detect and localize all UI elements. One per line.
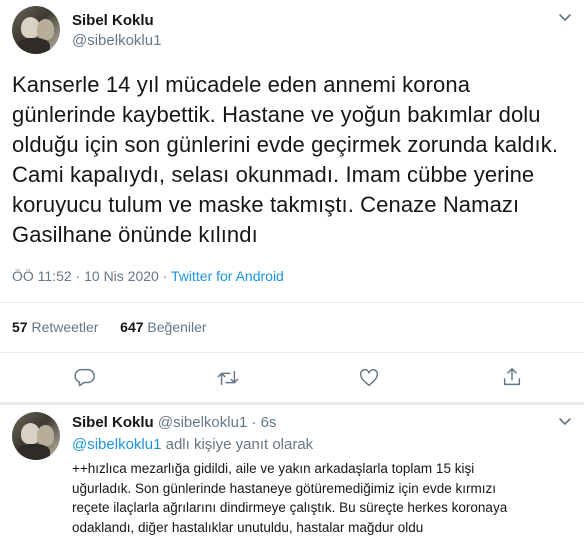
tweet-meta: ÖÖ 11:52 · 10 Nis 2020 · Twitter for And… (12, 268, 284, 284)
divider (0, 402, 584, 405)
replying-to: @sibelkoklu1 adlı kişiye yanıt olarak (72, 436, 313, 453)
tweet-text-line: olduğu için son günlerini evde geçirmek … (12, 132, 559, 157)
tweet-text-line: Cami kapalıydı, selası okunmadı. Imam cü… (12, 162, 535, 187)
author-name[interactable]: Sibel Koklu (72, 12, 154, 29)
retweet-icon[interactable] (216, 367, 240, 389)
reply-avatar[interactable] (12, 412, 60, 460)
replying-to-label: adlı kişiye yanıt olarak (161, 436, 314, 453)
tweet-text-line: koruyucu tulum ve maske takmıştı. Cenaze… (12, 192, 520, 217)
tweet-timestamp[interactable]: ÖÖ 11:52 · 10 Nis 2020 · (12, 268, 171, 284)
reply-handle-time[interactable]: @sibelkoklu1 · 6s (158, 414, 277, 431)
tweet-text: Kanserle 14 yıl mücadele eden annemi kor… (12, 70, 582, 250)
reply-text: ++hızlıca mezarlığa gidildi, aile ve yak… (72, 459, 578, 537)
tweet-text-line: Gasilhane önünde kılındı (12, 222, 258, 247)
more-options-icon[interactable] (557, 10, 573, 26)
divider (0, 352, 584, 353)
reply-text-line: uğurladık. Son günlerinde hastaneye götü… (72, 480, 496, 496)
reply-header: Sibel Koklu @sibelkoklu1 · 6s (72, 414, 276, 431)
share-icon[interactable] (501, 366, 523, 388)
likes-stat[interactable]: 647 Beğeniler (120, 319, 206, 335)
reply-text-line: odaklandı, diğer hastalıklar unutuldu, h… (72, 519, 424, 535)
retweets-label: Retweetler (31, 319, 99, 335)
tweet-text-line: günlerinde kaybettik. Hastane ve yoğun b… (12, 102, 541, 127)
tweet-text-line: Kanserle 14 yıl mücadele eden annemi kor… (12, 72, 471, 97)
author-avatar[interactable] (12, 6, 60, 54)
tweet-source[interactable]: Twitter for Android (171, 268, 284, 284)
retweets-count: 57 (12, 319, 28, 335)
retweets-stat[interactable]: 57 Retweetler (12, 319, 102, 335)
tweet-stats: 57 Retweetler 647 Beğeniler (12, 319, 207, 335)
reply-icon[interactable] (74, 366, 96, 388)
likes-count: 647 (120, 319, 144, 335)
reply-author-name[interactable]: Sibel Koklu (72, 414, 154, 431)
divider (0, 302, 584, 303)
likes-label: Beğeniler (147, 319, 207, 335)
heart-icon[interactable] (358, 367, 380, 389)
chevron-down-icon[interactable] (557, 414, 573, 430)
reply-text-line: ++hızlıca mezarlığa gidildi, aile ve yak… (72, 461, 475, 476)
author-handle[interactable]: @sibelkoklu1 (72, 32, 161, 49)
reply-text-line: reçete ilaçlarla ağrılarını dindirmeye ç… (72, 500, 508, 515)
replying-to-handle[interactable]: @sibelkoklu1 (72, 436, 161, 453)
